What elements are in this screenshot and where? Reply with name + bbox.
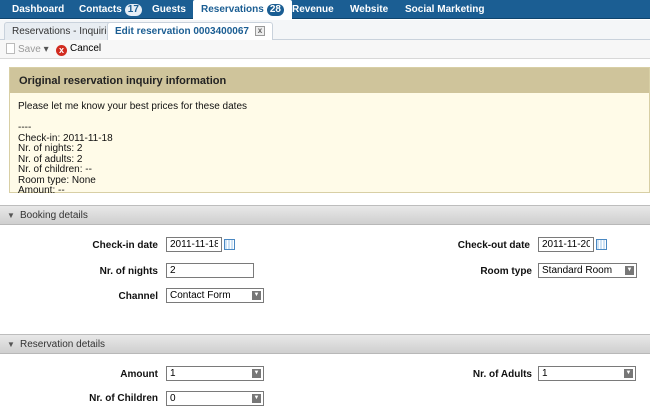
checkout-date-field[interactable]	[538, 237, 594, 252]
inquiry-message: Please let me know your best prices for …	[18, 101, 248, 196]
booking-details-header[interactable]: ▼ Booking details	[0, 205, 650, 225]
close-tab-icon[interactable]: x	[254, 26, 265, 37]
save-button[interactable]: Save ▾	[6, 43, 49, 55]
save-label: Save	[18, 44, 41, 55]
adults-value: 1	[542, 368, 548, 379]
nights-label: Nr. of nights	[99, 266, 158, 277]
top-nav: Dashboard Contacts 17 Guests Reservations…	[0, 0, 650, 19]
nav-tab-social-marketing[interactable]: Social Marketing	[405, 0, 484, 19]
document-tabs: Reservations - Inquiries Edit reservatio…	[0, 20, 650, 40]
amount-value: 1	[170, 368, 176, 379]
nav-tab-dashboard[interactable]: Dashboard	[12, 0, 64, 19]
chevron-down-icon[interactable]: ▾	[44, 44, 49, 55]
nav-tab-guests[interactable]: Guests	[152, 0, 186, 19]
calendar-icon[interactable]	[596, 239, 607, 250]
nights-field[interactable]	[166, 263, 254, 278]
dropdown-arrow-icon: ▼	[624, 369, 633, 378]
nav-tab-label: Guests	[152, 4, 186, 15]
children-label: Nr. of Children	[89, 393, 158, 404]
nav-tab-label: Contacts	[79, 4, 122, 15]
inquiry-panel: Original reservation inquiry information…	[9, 67, 650, 196]
nav-tab-label: Dashboard	[12, 4, 65, 15]
channel-label: Channel	[118, 291, 158, 302]
nav-tab-website[interactable]: Website	[350, 0, 388, 19]
nav-tab-contacts[interactable]: Contacts 17	[79, 0, 142, 19]
cancel-icon: x	[56, 45, 67, 56]
section-title: Booking details	[20, 210, 88, 221]
contacts-count-badge: 17	[124, 4, 142, 16]
nav-tab-revenue[interactable]: Revenue	[292, 0, 334, 19]
room-type-select[interactable]: Standard Room ▼	[538, 263, 637, 278]
doc-tab-edit-reservation[interactable]: Edit reservation 0003400067 x	[107, 22, 273, 40]
cancel-button[interactable]: x Cancel	[56, 43, 101, 56]
nav-tab-reservations[interactable]: Reservations 28	[193, 0, 292, 19]
children-select[interactable]: 0 ▼	[166, 391, 264, 406]
calendar-icon[interactable]	[224, 239, 235, 250]
amount-label: Amount	[120, 369, 158, 380]
inquiry-title: Original reservation inquiry information	[10, 68, 649, 93]
adults-select[interactable]: 1 ▼	[538, 366, 636, 381]
section-title: Reservation details	[20, 339, 106, 350]
children-value: 0	[170, 393, 176, 404]
reservations-count-badge: 28	[266, 4, 284, 16]
dropdown-arrow-icon: ▼	[252, 394, 261, 403]
adults-label: Nr. of Adults	[472, 369, 532, 380]
collapse-triangle-icon: ▼	[7, 211, 15, 220]
amount-select[interactable]: 1 ▼	[166, 366, 264, 381]
doc-tab-label: Reservations - Inquiries	[12, 26, 118, 37]
nav-tab-label: Revenue	[292, 4, 334, 15]
room-type-label: Room type	[480, 266, 532, 277]
room-type-value: Standard Room	[542, 265, 613, 276]
cancel-label: Cancel	[70, 43, 102, 54]
channel-value: Contact Form	[170, 290, 231, 301]
dropdown-arrow-icon: ▼	[252, 291, 261, 300]
channel-select[interactable]: Contact Form ▼	[166, 288, 264, 303]
nav-tab-label: Website	[350, 4, 389, 15]
nav-tab-label: Reservations	[201, 4, 264, 15]
dropdown-arrow-icon: ▼	[625, 266, 634, 275]
checkin-label: Check-in date	[92, 240, 158, 251]
checkout-label: Check-out date	[457, 240, 530, 251]
toolbar: Save ▾ x Cancel	[0, 40, 650, 59]
nav-tab-label: Social Marketing	[405, 4, 485, 15]
doc-tab-label: Edit reservation 0003400067	[115, 26, 249, 37]
reservation-details-header[interactable]: ▼ Reservation details	[0, 334, 650, 354]
collapse-triangle-icon: ▼	[7, 340, 15, 349]
save-icon	[6, 43, 15, 54]
dropdown-arrow-icon: ▼	[252, 369, 261, 378]
checkin-date-field[interactable]	[166, 237, 222, 252]
